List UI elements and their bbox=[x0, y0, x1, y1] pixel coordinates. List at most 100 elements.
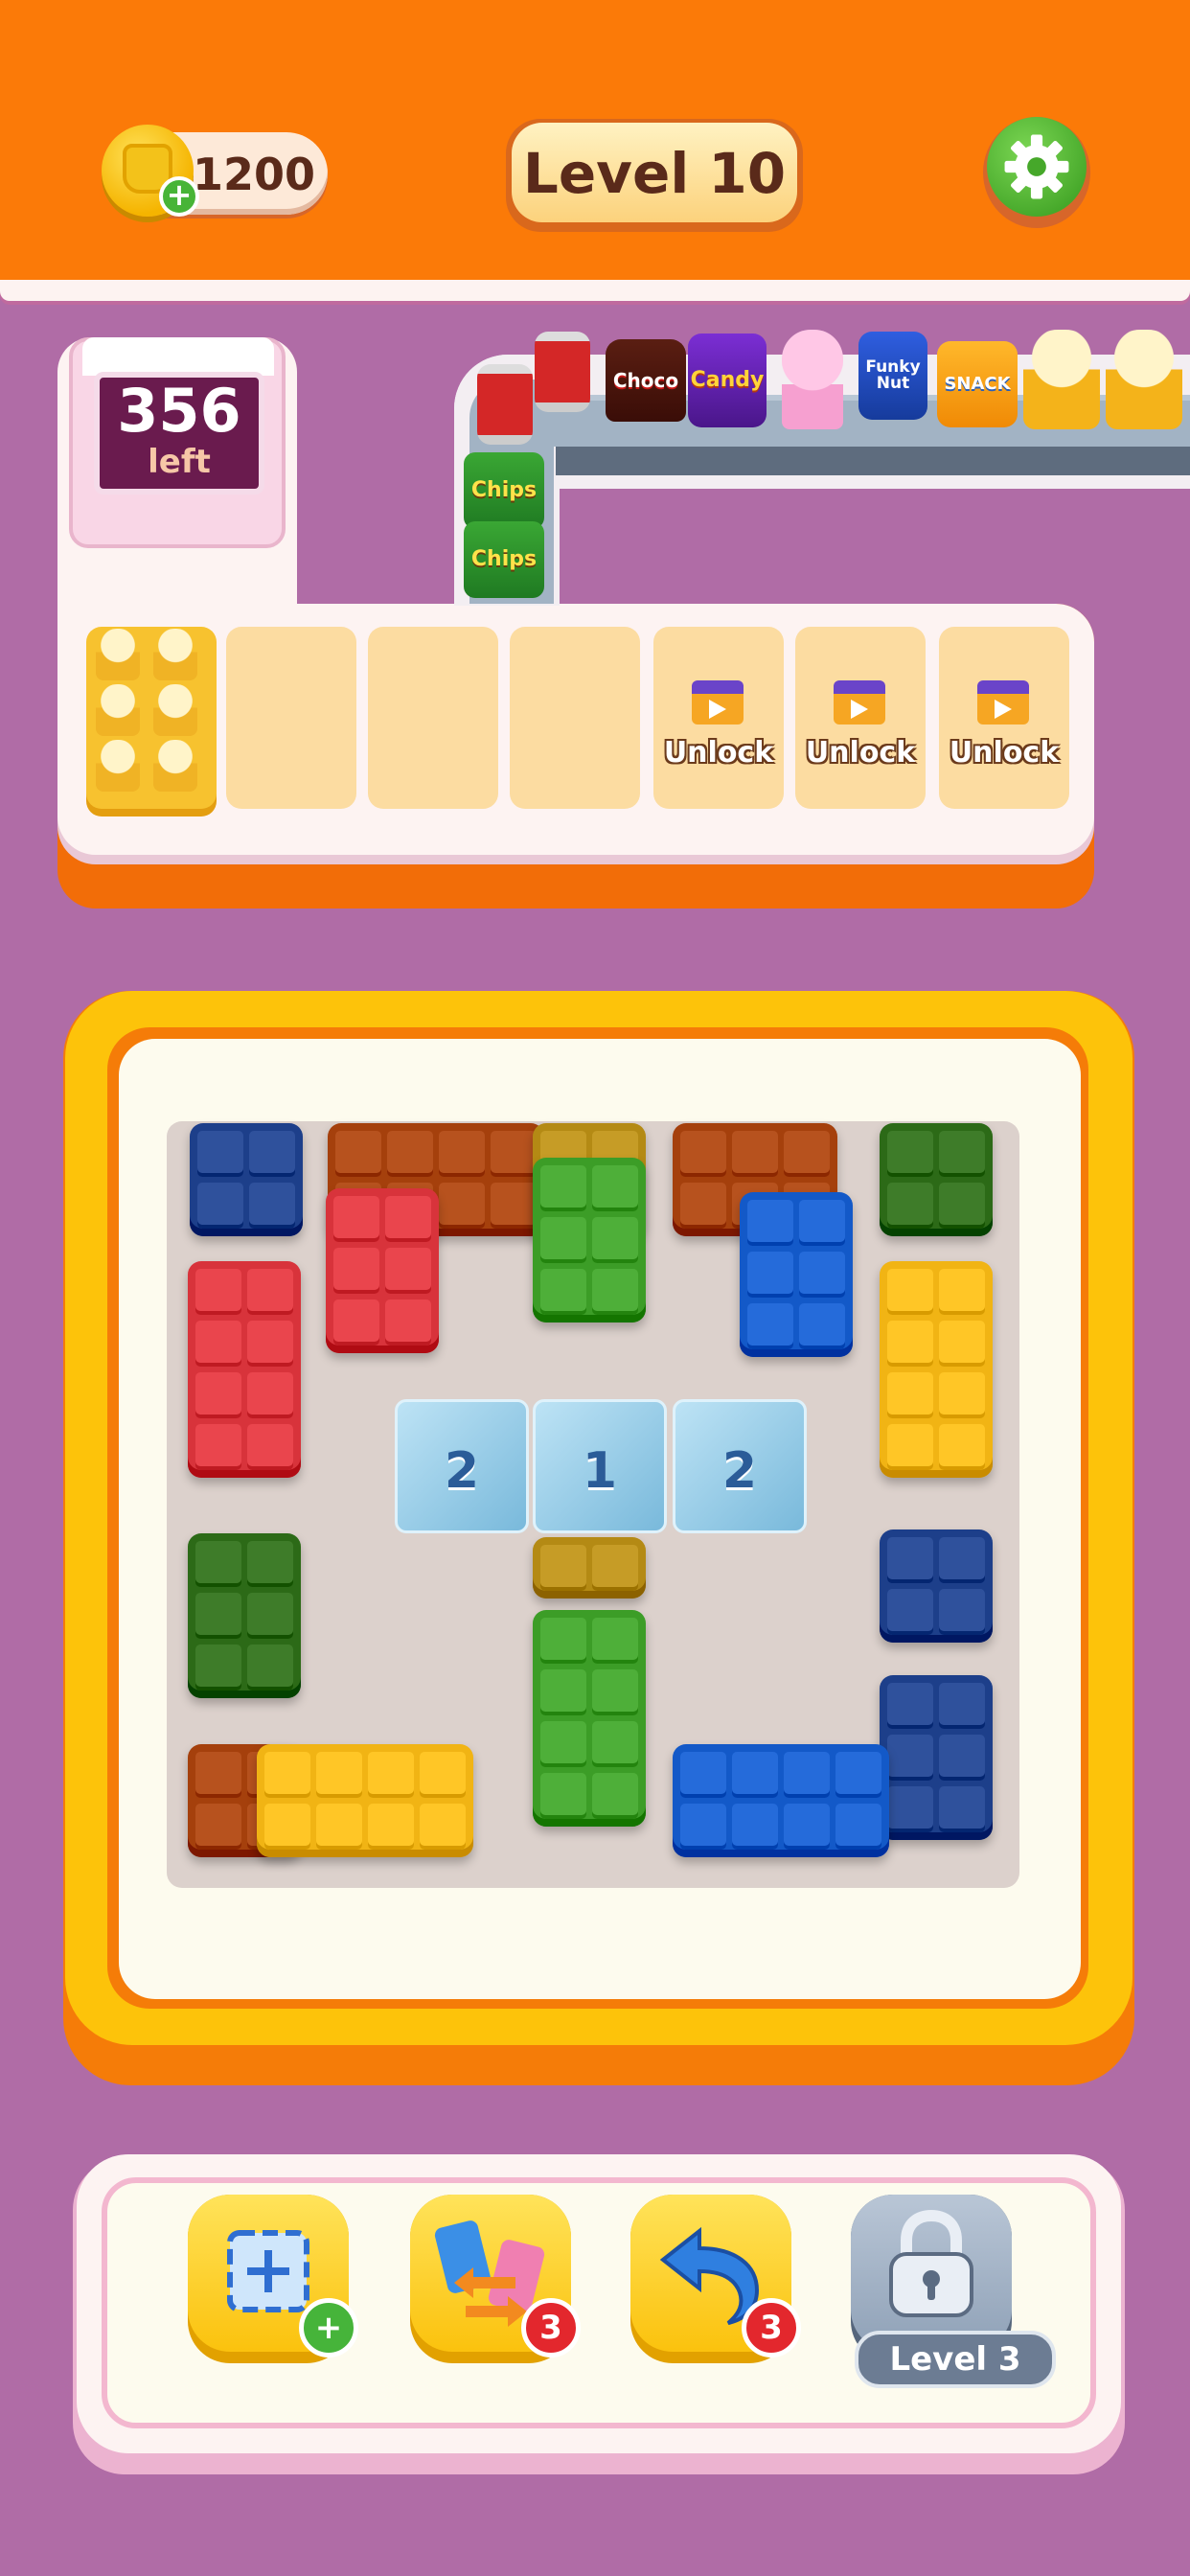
ice-count: 1 bbox=[582, 1442, 618, 1500]
navy-block[interactable] bbox=[880, 1675, 993, 1840]
block-cell bbox=[939, 1735, 985, 1781]
block-cell bbox=[540, 1269, 586, 1315]
block-cell bbox=[247, 1541, 293, 1587]
ice-count: 2 bbox=[444, 1442, 480, 1500]
block-cell bbox=[439, 1131, 485, 1177]
block-cell bbox=[887, 1269, 933, 1315]
block-cell bbox=[491, 1183, 537, 1229]
slot-1[interactable] bbox=[86, 627, 217, 809]
block-cell bbox=[887, 1589, 933, 1635]
block-cell bbox=[939, 1372, 985, 1418]
add-slot-booster[interactable]: + bbox=[188, 2195, 358, 2363]
block-cell bbox=[939, 1321, 985, 1367]
block-cell bbox=[887, 1321, 933, 1367]
blue-block[interactable] bbox=[740, 1192, 853, 1357]
block-cell bbox=[887, 1131, 933, 1177]
padlock-icon bbox=[889, 2210, 973, 2317]
video-ad-icon bbox=[977, 680, 1029, 724]
ice-tile[interactable]: 1 bbox=[533, 1399, 667, 1533]
block-cell bbox=[385, 1196, 431, 1242]
block-cell bbox=[264, 1752, 310, 1798]
block-cell bbox=[540, 1165, 586, 1211]
block-cell bbox=[747, 1303, 793, 1349]
yellow-block[interactable] bbox=[880, 1261, 993, 1478]
block-cell bbox=[747, 1252, 793, 1298]
product-snack: SNACK bbox=[937, 341, 1018, 427]
green-block[interactable] bbox=[533, 1610, 646, 1827]
block-cell bbox=[592, 1269, 638, 1315]
slot-2[interactable] bbox=[226, 627, 356, 809]
block-cell bbox=[197, 1183, 243, 1229]
remaining-label: left bbox=[148, 443, 211, 481]
darkgreen-block[interactable] bbox=[188, 1533, 301, 1698]
block-cell bbox=[680, 1183, 726, 1229]
counter-cap bbox=[82, 337, 274, 376]
block-cell bbox=[592, 1773, 638, 1819]
block-cell bbox=[195, 1541, 241, 1587]
block-cell bbox=[732, 1131, 778, 1177]
slot-6-locked[interactable]: Unlock bbox=[795, 627, 926, 809]
block-cell bbox=[939, 1683, 985, 1729]
product-candy: Candy bbox=[688, 334, 767, 427]
popcorn-cup bbox=[96, 629, 140, 680]
block-cell bbox=[197, 1131, 243, 1177]
block-cell bbox=[333, 1196, 379, 1242]
popcorn-cup bbox=[96, 740, 140, 792]
block-cell bbox=[368, 1804, 414, 1850]
block-cell bbox=[247, 1424, 293, 1470]
block-cell bbox=[540, 1773, 586, 1819]
block-cell bbox=[747, 1200, 793, 1246]
conveyor-belt-side bbox=[556, 447, 1190, 475]
block-cell bbox=[264, 1804, 310, 1850]
product-can bbox=[535, 332, 590, 412]
block-cell bbox=[592, 1721, 638, 1767]
block-cell bbox=[195, 1269, 241, 1315]
product-chips: Chips bbox=[464, 452, 544, 529]
popcorn-cup bbox=[153, 740, 197, 792]
block-cell bbox=[939, 1269, 985, 1315]
unlock-label: Unlock bbox=[663, 736, 774, 770]
block-cell bbox=[195, 1644, 241, 1690]
block-cell bbox=[195, 1752, 241, 1798]
block-cell bbox=[247, 1269, 293, 1315]
green-block[interactable] bbox=[533, 1158, 646, 1322]
block-cell bbox=[195, 1321, 241, 1367]
slot-3[interactable] bbox=[368, 627, 498, 809]
block-cell bbox=[247, 1593, 293, 1639]
slot-7-locked[interactable]: Unlock bbox=[939, 627, 1069, 809]
product-popcorn bbox=[1106, 330, 1182, 429]
undo-booster[interactable]: 3 bbox=[630, 2195, 801, 2363]
block-cell bbox=[732, 1752, 778, 1798]
block-cell bbox=[680, 1752, 726, 1798]
ice-tile[interactable]: 2 bbox=[673, 1399, 807, 1533]
block-cell bbox=[385, 1300, 431, 1346]
navy-block[interactable] bbox=[880, 1530, 993, 1643]
slot-5-locked[interactable]: Unlock bbox=[653, 627, 784, 809]
block-cell bbox=[333, 1300, 379, 1346]
ice-tile[interactable]: 2 bbox=[395, 1399, 529, 1533]
blue-block[interactable] bbox=[673, 1744, 889, 1857]
add-coins-button[interactable]: + bbox=[159, 176, 199, 217]
olive-block[interactable] bbox=[533, 1537, 646, 1598]
red-block[interactable] bbox=[188, 1261, 301, 1478]
add-slot-icon bbox=[227, 2230, 309, 2312]
slot-4[interactable] bbox=[510, 627, 640, 809]
block-cell bbox=[195, 1804, 241, 1850]
popcorn-cup bbox=[153, 629, 197, 680]
block-cell bbox=[592, 1669, 638, 1715]
darkgreen-block[interactable] bbox=[880, 1123, 993, 1236]
yellow-block[interactable] bbox=[257, 1744, 473, 1857]
block-cell bbox=[249, 1183, 295, 1229]
swap-booster[interactable]: 3 bbox=[410, 2195, 581, 2363]
block-cell bbox=[680, 1131, 726, 1177]
product-can bbox=[477, 364, 533, 445]
red-block[interactable] bbox=[326, 1188, 439, 1353]
popcorn-cup bbox=[96, 684, 140, 736]
block-cell bbox=[195, 1372, 241, 1418]
block-cell bbox=[799, 1303, 845, 1349]
navy-block[interactable] bbox=[190, 1123, 303, 1236]
product-popcorn bbox=[1023, 330, 1100, 429]
block-cell bbox=[333, 1248, 379, 1294]
swap-count-badge: 3 bbox=[521, 2298, 581, 2358]
gear-icon[interactable] bbox=[1000, 130, 1073, 203]
